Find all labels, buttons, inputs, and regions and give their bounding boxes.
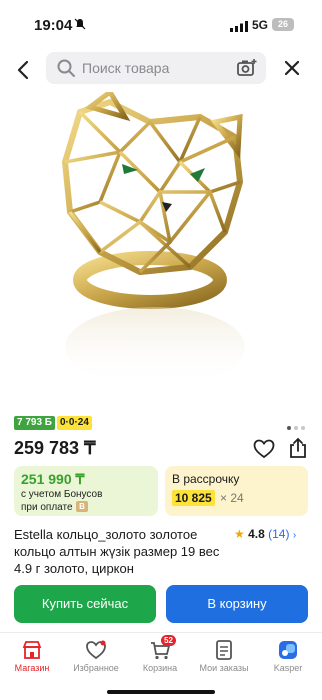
bonus-price-card[interactable]: 251 990 ₸ с учетом Бонусов при оплате B — [14, 466, 158, 516]
bonus-coin-icon: B — [76, 501, 88, 512]
home-indicator — [107, 690, 215, 694]
signal-icon — [230, 19, 248, 37]
installment-amount: 10 825 — [172, 490, 215, 506]
close-icon — [284, 60, 300, 76]
share-button[interactable] — [288, 437, 308, 464]
product-title: Estella кольцо_золото золотое кольцо алт… — [14, 527, 220, 576]
tab-favorites[interactable]: Избранное — [64, 639, 128, 673]
product-badges: 7 793 Б 0·0·24 — [14, 416, 92, 430]
bonus-badge: 7 793 Б — [14, 416, 55, 430]
shop-icon — [22, 641, 42, 659]
carousel-dot — [294, 426, 298, 430]
network-type: 5G — [252, 18, 269, 32]
battery-icon: 26 — [272, 18, 294, 31]
product-price: 259 783 ₸ — [14, 438, 96, 458]
tab-label: Избранное — [73, 663, 119, 673]
tab-cart[interactable]: 52 Корзина — [128, 635, 192, 673]
star-icon: ★ — [234, 527, 245, 541]
kasper-assistant-icon — [279, 641, 297, 659]
installment-badge: 0·0·24 — [57, 416, 92, 430]
installment-months: × 24 — [220, 491, 244, 505]
cart-count-badge: 52 — [161, 635, 176, 646]
status-time: 19:04 — [34, 17, 73, 34]
carousel-dot — [301, 426, 305, 430]
review-count: (14) — [268, 527, 290, 541]
share-icon — [290, 437, 306, 458]
carousel-dots[interactable] — [284, 417, 305, 435]
chevron-left-icon — [17, 60, 29, 80]
search-input[interactable]: Поиск товара — [46, 52, 266, 84]
heart-icon — [86, 640, 106, 660]
buy-now-button[interactable]: Купить сейчас — [14, 585, 156, 623]
search-icon — [56, 58, 76, 83]
back-button[interactable] — [12, 58, 36, 82]
product-image[interactable] — [40, 88, 280, 402]
top-bar: Поиск товара — [0, 50, 322, 88]
product-rating[interactable]: ★ 4.8 (14) › — [234, 527, 296, 541]
status-bar: 19:04 5G 26 — [0, 0, 322, 48]
search-placeholder: Поиск товара — [82, 60, 170, 76]
tab-label: Корзина — [142, 663, 178, 673]
tab-shop[interactable]: Магазин — [0, 639, 64, 673]
bonus-note-line2: при оплате — [21, 502, 73, 513]
tab-label: Мои заказы — [199, 663, 249, 673]
tab-orders[interactable]: Мои заказы — [192, 639, 256, 673]
carousel-dot-active — [287, 426, 291, 430]
tab-label: Магазин — [14, 663, 50, 673]
camera-search-icon[interactable] — [236, 57, 258, 84]
rating-value: 4.8 — [248, 527, 265, 541]
installment-title: В рассрочку — [172, 472, 240, 486]
bonus-price: 251 990 ₸ — [21, 471, 85, 487]
mute-bell-icon — [74, 18, 86, 33]
favorite-button[interactable] — [253, 439, 275, 464]
orders-icon — [216, 640, 232, 660]
tab-label: Kasper — [273, 663, 303, 673]
chevron-right-icon: › — [292, 530, 297, 541]
add-to-cart-button[interactable]: В корзину — [166, 585, 308, 623]
tab-kasper[interactable]: Kasper — [256, 639, 320, 673]
heart-icon — [253, 439, 275, 459]
installment-card[interactable]: В рассрочку 10 825 × 24 — [165, 466, 308, 516]
bonus-note-line1: с учетом Бонусов — [21, 489, 103, 500]
close-button[interactable] — [280, 56, 304, 80]
